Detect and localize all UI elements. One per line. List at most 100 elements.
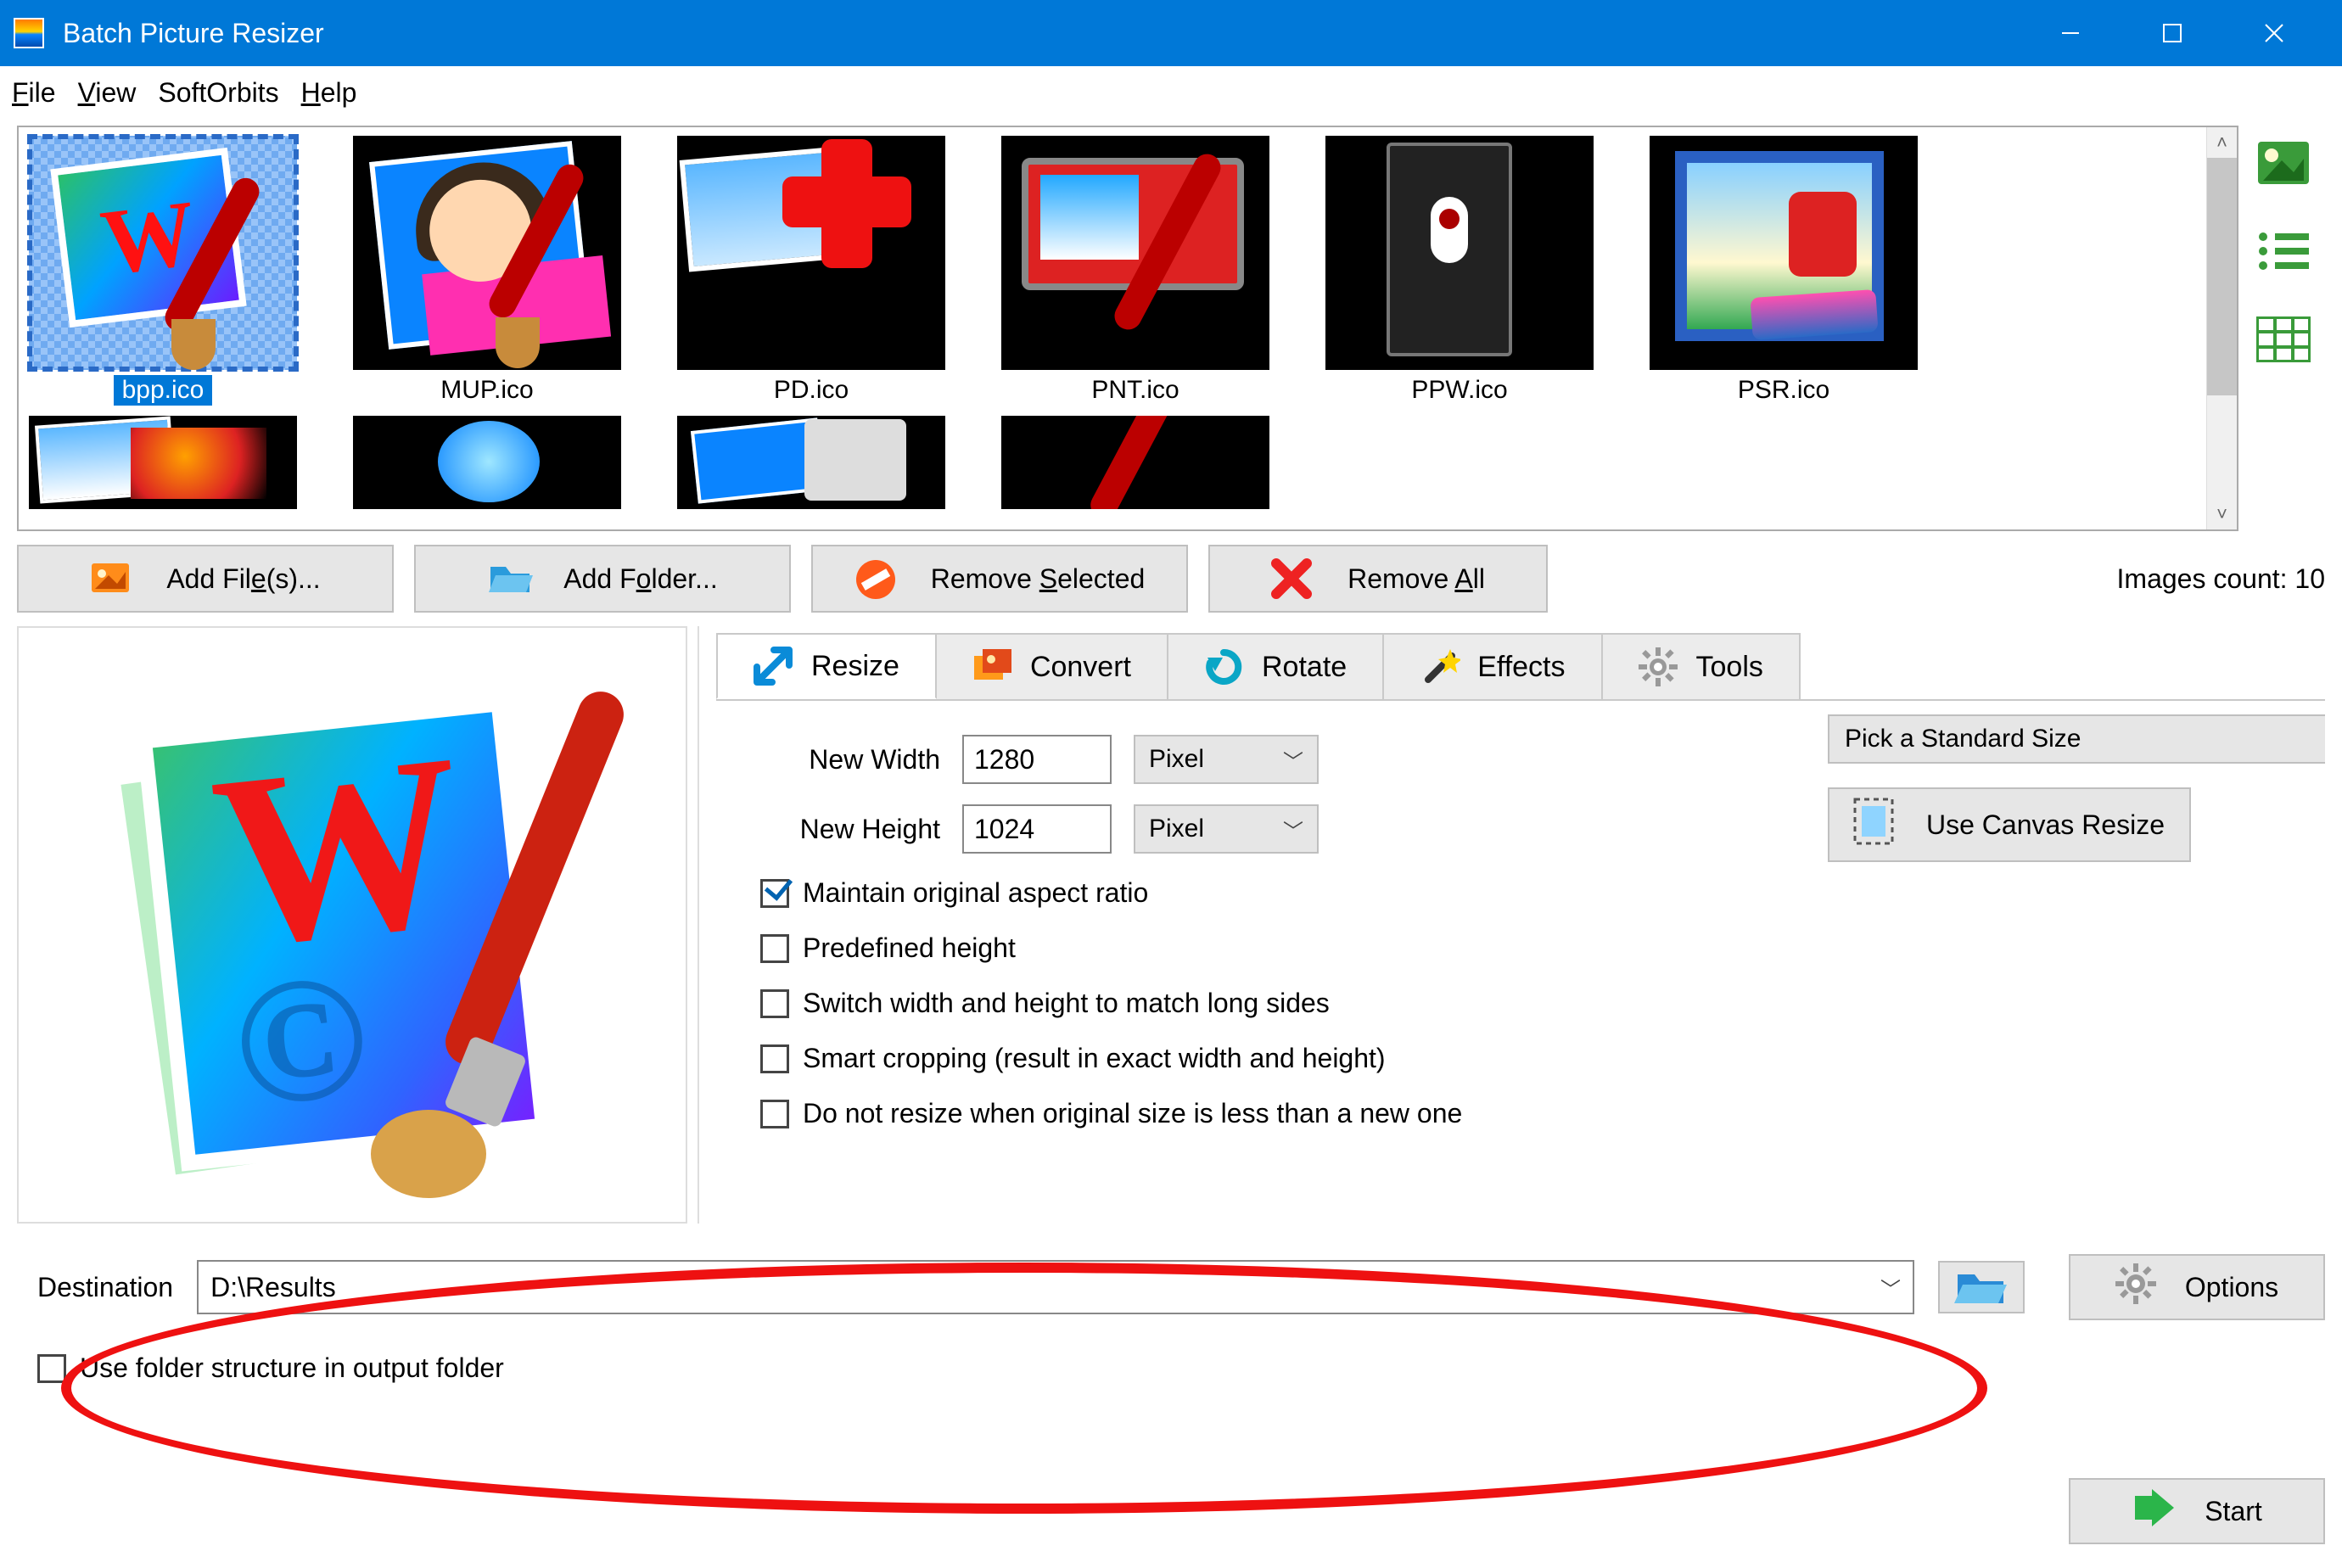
thumbnail-item[interactable] bbox=[27, 416, 299, 509]
thumbnail-image bbox=[353, 136, 621, 370]
x-icon bbox=[1271, 558, 1315, 599]
scroll-up-icon[interactable]: ˄ bbox=[2207, 127, 2237, 158]
browse-folder-button[interactable] bbox=[1938, 1261, 2025, 1313]
folder-structure-row: Use folder structure in output folder bbox=[0, 1320, 2342, 1384]
middle-area: W © Resize Convert bbox=[0, 613, 2342, 1224]
tab-resize[interactable]: Resize bbox=[716, 633, 937, 699]
view-toggles bbox=[2250, 126, 2325, 531]
folder-open-icon bbox=[1954, 1268, 2009, 1307]
destination-label: Destination bbox=[37, 1272, 173, 1303]
canvas-resize-button[interactable]: Use Canvas Resize bbox=[1828, 787, 2191, 862]
switch-sides-checkbox[interactable] bbox=[760, 989, 789, 1018]
tab-label: Tools bbox=[1696, 651, 1763, 684]
thumbnail-image bbox=[1001, 136, 1269, 370]
width-unit-select[interactable]: Pixel ﹀ bbox=[1134, 735, 1319, 784]
add-files-button[interactable]: Add File(s)... bbox=[17, 545, 394, 613]
tab-tools[interactable]: Tools bbox=[1601, 633, 1801, 699]
tab-rotate[interactable]: Rotate bbox=[1167, 633, 1384, 699]
minimize-button[interactable] bbox=[2020, 0, 2121, 66]
thumbnail-label: PSR.ico bbox=[1729, 375, 1838, 406]
thumbnail-label: PPW.ico bbox=[1403, 375, 1516, 406]
view-list-button[interactable] bbox=[2250, 222, 2317, 280]
add-folder-button[interactable]: Add Folder... bbox=[414, 545, 791, 613]
smart-cropping-checkbox[interactable] bbox=[760, 1044, 789, 1073]
use-folder-structure-checkbox[interactable] bbox=[37, 1354, 66, 1383]
tab-label: Resize bbox=[811, 650, 899, 683]
options-button[interactable]: Options bbox=[2069, 1254, 2325, 1320]
maximize-icon bbox=[2161, 22, 2183, 44]
new-width-input[interactable] bbox=[962, 735, 1112, 784]
remove-all-button[interactable]: Remove All bbox=[1208, 545, 1548, 613]
resize-icon bbox=[754, 647, 793, 686]
menu-help[interactable]: Help bbox=[301, 77, 357, 109]
chevron-down-icon: ﹀ bbox=[1283, 745, 1303, 775]
height-unit-select[interactable]: Pixel ﹀ bbox=[1134, 804, 1319, 854]
button-label: Add Folder... bbox=[563, 563, 717, 595]
no-resize-smaller-checkbox[interactable] bbox=[760, 1100, 789, 1128]
thumbnail-item[interactable]: PD.ico bbox=[675, 136, 947, 406]
thumbnail-label: MUP.ico bbox=[432, 375, 541, 406]
tab-convert[interactable]: Convert bbox=[935, 633, 1168, 699]
predefined-height-checkbox[interactable] bbox=[760, 934, 789, 963]
close-button[interactable] bbox=[2223, 0, 2325, 66]
new-height-input[interactable] bbox=[962, 804, 1112, 854]
canvas-icon bbox=[1853, 798, 1894, 852]
select-value: Pick a Standard Size bbox=[1845, 725, 2081, 753]
thumbnail-item[interactable]: PSR.ico bbox=[1648, 136, 1919, 406]
button-label: Use Canvas Resize bbox=[1926, 809, 2165, 841]
thumbnail-item[interactable] bbox=[1000, 416, 1271, 509]
menu-view[interactable]: View bbox=[78, 77, 137, 109]
window-title: Batch Picture Resizer bbox=[63, 18, 2020, 49]
image-icon bbox=[2256, 140, 2311, 186]
thumbnail-image bbox=[29, 416, 297, 509]
thumbnail-image: W bbox=[29, 136, 297, 370]
thumbnail-label: bpp.ico bbox=[114, 375, 213, 406]
thumbnail-item[interactable]: PPW.ico bbox=[1324, 136, 1595, 406]
menu-bar: File View SoftOrbits Help bbox=[0, 66, 2342, 119]
button-label: Add File(s)... bbox=[166, 563, 320, 595]
tab-label: Effects bbox=[1477, 651, 1565, 684]
view-thumbnails-button[interactable] bbox=[2250, 134, 2317, 192]
select-value: Pixel bbox=[1149, 745, 1204, 774]
aspect-ratio-checkbox[interactable] bbox=[760, 879, 789, 908]
grid-icon bbox=[2256, 316, 2311, 362]
forbidden-icon bbox=[854, 558, 899, 599]
list-icon bbox=[2256, 230, 2311, 272]
thumbnail-item[interactable]: W bpp.ico bbox=[27, 136, 299, 406]
window-controls bbox=[2020, 0, 2325, 66]
maximize-button[interactable] bbox=[2121, 0, 2223, 66]
tab-effects[interactable]: Effects bbox=[1382, 633, 1602, 699]
play-arrow-icon bbox=[2132, 1489, 2176, 1533]
thumbnail-item[interactable]: MUP.ico bbox=[351, 136, 623, 406]
close-icon bbox=[2262, 21, 2286, 45]
button-label: Options bbox=[2185, 1272, 2278, 1303]
menu-file[interactable]: File bbox=[12, 77, 56, 109]
chevron-down-icon: ﹀ bbox=[1880, 1273, 1901, 1302]
chevron-down-icon: ﹀ bbox=[1283, 815, 1303, 844]
thumbnail-image bbox=[1650, 136, 1918, 370]
standard-size-select[interactable]: Pick a Standard Size ﹀ bbox=[1828, 714, 2325, 764]
thumbnail-gallery[interactable]: W bpp.ico MUP.ico PD.ic bbox=[17, 126, 2238, 531]
scroll-track[interactable] bbox=[2207, 158, 2237, 499]
view-grid-button[interactable] bbox=[2250, 311, 2317, 368]
thumbnail-item[interactable]: PNT.ico bbox=[1000, 136, 1271, 406]
thumbnail-item[interactable] bbox=[351, 416, 623, 509]
new-width-label: New Width bbox=[738, 744, 940, 776]
destination-combobox[interactable]: D:\Results ﹀ bbox=[197, 1260, 1914, 1314]
start-button[interactable]: Start bbox=[2069, 1478, 2325, 1544]
scroll-down-icon[interactable]: ˅ bbox=[2207, 499, 2237, 529]
gallery-area: W bpp.ico MUP.ico PD.ic bbox=[17, 126, 2325, 531]
gallery-scrollbar[interactable]: ˄ ˅ bbox=[2206, 127, 2237, 529]
magic-wand-icon bbox=[1420, 647, 1459, 686]
checkbox-label: Predefined height bbox=[803, 932, 1016, 964]
resize-right-column: Pick a Standard Size ﹀ Use Canvas Resize bbox=[1734, 714, 2325, 862]
minimize-icon bbox=[2059, 21, 2082, 45]
checkbox-label: Smart cropping (result in exact width an… bbox=[803, 1043, 1386, 1074]
scroll-handle[interactable] bbox=[2207, 158, 2237, 395]
menu-softorbits[interactable]: SoftOrbits bbox=[158, 77, 278, 109]
image-plus-icon bbox=[90, 558, 134, 599]
thumbnail-item[interactable] bbox=[675, 416, 947, 509]
thumbnail-image bbox=[677, 136, 945, 370]
remove-selected-button[interactable]: Remove Selected bbox=[811, 545, 1188, 613]
checkbox-label: Do not resize when original size is less… bbox=[803, 1098, 1462, 1129]
